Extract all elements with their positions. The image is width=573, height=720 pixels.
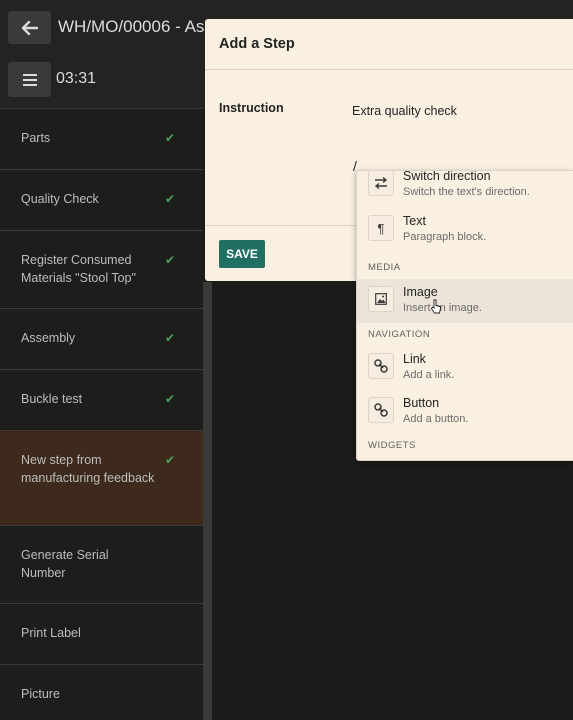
command-title: Text [403, 214, 426, 228]
mouse-pointer-icon [430, 299, 441, 314]
paragraph-icon: ¶ [368, 215, 394, 241]
command-title: Switch direction [403, 170, 491, 183]
step-item[interactable]: Print Label [0, 603, 203, 664]
scrollbar[interactable] [203, 282, 212, 720]
check-icon: ✔ [165, 392, 176, 406]
step-item[interactable]: Register Consumed Materials "Stool Top" … [0, 230, 203, 308]
section-navigation: NAVIGATION [368, 329, 431, 340]
link-icon [368, 353, 394, 379]
instruction-label: Instruction [219, 101, 284, 115]
command-desc: Paragraph block. [403, 231, 487, 243]
step-label: Register Consumed Materials "Stool Top" [21, 253, 136, 285]
step-item[interactable]: Assembly ✔ [0, 308, 203, 369]
command-menu: Switch direction Switch the text's direc… [356, 170, 573, 461]
step-label: Assembly [21, 331, 76, 345]
command-link[interactable]: Link Add a link. [357, 346, 573, 390]
menu-button[interactable] [8, 62, 51, 97]
save-button[interactable]: SAVE [219, 240, 265, 268]
divider [205, 69, 573, 70]
step-list: Parts ✔ Quality Check ✔ Register Consume… [0, 108, 203, 720]
step-item[interactable]: Quality Check ✔ [0, 169, 203, 230]
step-label: Quality Check [21, 192, 99, 206]
step-item[interactable]: Buckle test ✔ [0, 369, 203, 430]
section-media: MEDIA [368, 262, 401, 273]
check-icon: ✔ [165, 131, 176, 145]
section-widgets: WIDGETS [368, 440, 416, 451]
command-text[interactable]: ¶ Text Paragraph block. [357, 208, 573, 252]
step-item-active[interactable]: New step from manufacturing feedback ✔ [0, 430, 203, 525]
command-title: Button [403, 396, 440, 410]
step-item[interactable]: Picture [0, 664, 203, 720]
step-item[interactable]: Generate Serial Number [0, 525, 203, 603]
step-label: Parts [21, 131, 51, 145]
command-button[interactable]: Button Add a button. [357, 390, 573, 434]
step-label: Buckle test [21, 392, 83, 406]
command-switch-direction[interactable]: Switch direction Switch the text's direc… [357, 170, 573, 207]
step-label: Print Label [21, 626, 81, 640]
hamburger-icon [22, 73, 37, 86]
command-desc: Switch the text's direction. [403, 186, 530, 198]
command-desc: Add a button. [403, 413, 469, 425]
command-title: Image [403, 285, 438, 299]
page-title: WH/MO/00006 - Asse [58, 17, 208, 36]
back-button[interactable] [8, 11, 51, 44]
switch-direction-icon [368, 171, 394, 196]
command-title: Link [403, 352, 426, 366]
command-desc: Insert an image. [403, 302, 482, 314]
timer: 03:31 [56, 70, 97, 87]
step-label: New step from manufacturing feedback [21, 453, 155, 485]
command-desc: Add a link. [403, 369, 455, 381]
step-label: Generate Serial Number [21, 548, 109, 580]
check-icon: ✔ [165, 331, 176, 345]
check-icon: ✔ [165, 253, 176, 267]
command-image[interactable]: Image Insert an image. [357, 279, 573, 323]
check-icon: ✔ [165, 192, 176, 206]
step-label: Picture [21, 687, 60, 701]
instruction-editor[interactable]: Extra quality check [352, 104, 457, 118]
check-icon: ✔ [165, 453, 176, 467]
link-icon [368, 397, 394, 423]
arrow-left-icon [21, 20, 38, 35]
image-icon [368, 286, 394, 312]
dialog-title: Add a Step [219, 36, 295, 52]
step-item[interactable]: Parts ✔ [0, 108, 203, 169]
